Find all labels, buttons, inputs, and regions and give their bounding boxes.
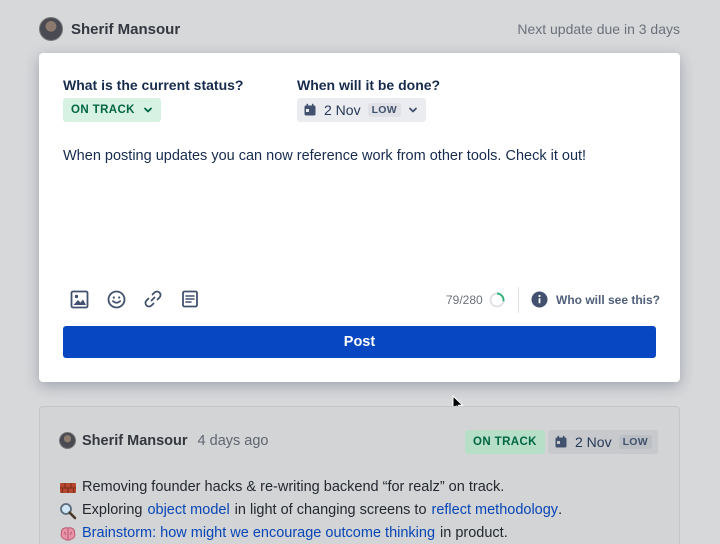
insert-emoji-button[interactable] [106, 289, 126, 309]
target-date: 2 Nov [324, 102, 361, 118]
feed-author: Sherif Mansour 4 days ago [59, 432, 269, 449]
feed-line-text: in product. [440, 525, 508, 541]
character-count: 79/280 [446, 293, 483, 307]
brain-icon [60, 526, 76, 541]
feed-date: 2 Nov [575, 434, 612, 450]
insert-link-button[interactable] [143, 289, 163, 309]
status-value: ON TRACK [71, 104, 135, 116]
emoji-icon [107, 290, 125, 308]
document-icon [182, 290, 198, 308]
avatar[interactable] [39, 17, 63, 41]
object-model-link[interactable]: object model [147, 499, 229, 522]
status-dropdown[interactable]: ON TRACK [63, 98, 161, 122]
visibility-info-label: Who will see this? [556, 292, 661, 307]
chevron-down-icon [143, 107, 152, 113]
list-item: Exploring object model in light of chang… [59, 499, 562, 522]
info-icon [531, 291, 548, 308]
post-button[interactable]: Post [63, 326, 656, 358]
list-item: Removing founder hacks & re-writing back… [59, 476, 562, 499]
list-item: Brainstorm: how might we encourage outco… [59, 522, 562, 544]
status-badge: ON TRACK [465, 430, 545, 454]
feed-timestamp: 4 days ago [197, 432, 269, 449]
author-name: Sherif Mansour [71, 20, 181, 38]
calendar-icon [304, 103, 316, 116]
editor-toolbar [69, 289, 200, 309]
feed-line-text: Exploring [82, 502, 143, 518]
character-counter: 79/280 [446, 292, 505, 308]
update-header: Sherif Mansour Next update due in 3 days [39, 16, 680, 42]
reflect-methodology-link[interactable]: reflect methodology [432, 499, 559, 522]
next-update-due: Next update due in 3 days [517, 21, 680, 37]
brick-icon [60, 482, 76, 493]
link-icon [144, 290, 162, 308]
brainstorm-link[interactable]: Brainstorm: how might we encourage outco… [82, 522, 435, 544]
feed-author-name: Sherif Mansour [82, 432, 188, 449]
confidence-badge: LOW [367, 103, 401, 117]
calendar-icon [555, 435, 567, 448]
date-question: When will it be done? [297, 77, 441, 93]
chevron-down-icon [409, 107, 417, 113]
toolbar-divider [518, 287, 519, 313]
insert-image-button[interactable] [69, 289, 89, 309]
feed-line-text: . [558, 502, 563, 518]
feed-target-date: 2 Nov LOW [548, 430, 658, 454]
avatar[interactable] [59, 432, 76, 449]
update-text-editor[interactable]: When posting updates you can now referen… [63, 146, 653, 166]
magnifier-icon [60, 502, 77, 519]
insert-document-button[interactable] [180, 289, 200, 309]
feed-line-text: Removing founder hacks & re-writing back… [82, 479, 505, 495]
status-question: What is the current status? [63, 77, 244, 93]
character-progress-ring [489, 292, 505, 308]
image-icon [70, 290, 88, 308]
feed-update-body: Removing founder hacks & re-writing back… [59, 476, 562, 544]
author: Sherif Mansour [39, 17, 180, 41]
previous-update-card: Sherif Mansour 4 days ago ON TRACK 2 Nov… [39, 406, 680, 544]
feed-line-text: in light of changing screens to [234, 502, 427, 518]
update-composer: What is the current status? When will it… [39, 53, 680, 382]
target-date-dropdown[interactable]: 2 Nov LOW [297, 98, 426, 122]
confidence-badge: LOW [618, 435, 652, 449]
visibility-info-button[interactable]: Who will see this? [531, 291, 660, 308]
